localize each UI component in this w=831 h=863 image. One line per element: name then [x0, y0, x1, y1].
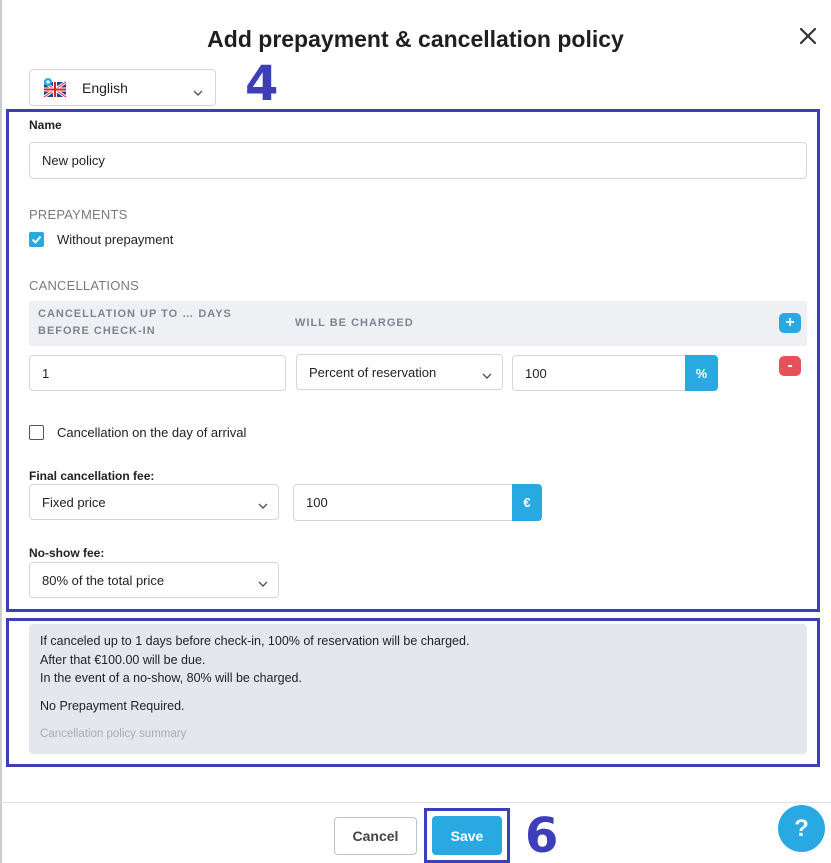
chevron-down-icon: [258, 498, 268, 513]
days-input[interactable]: 1: [29, 355, 286, 391]
col-days-header-line1: CANCELLATION UP TO … DAYS: [38, 308, 232, 320]
cancel-button[interactable]: Cancel: [334, 817, 417, 855]
annotation-number-4: 4: [245, 56, 279, 112]
policy-summary: If canceled up to 1 days before check-in…: [29, 624, 807, 754]
save-button[interactable]: Save: [432, 816, 502, 855]
minus-icon: -: [787, 357, 793, 374]
day-of-arrival-checkbox[interactable]: [29, 425, 44, 440]
final-fee-type-value: Fixed price: [42, 494, 106, 510]
charge-amount-value: 100: [525, 365, 547, 381]
noshow-fee-select[interactable]: 80% of the total price: [29, 562, 279, 598]
days-input-value: 1: [42, 365, 50, 381]
without-prepayment-checkbox[interactable]: [29, 232, 44, 247]
footer-divider: [0, 802, 831, 803]
chevron-down-icon: [193, 84, 203, 102]
cancellations-heading: CANCELLATIONS: [29, 278, 139, 293]
percent-addon: %: [685, 355, 718, 391]
euro-addon: €: [512, 484, 542, 521]
charge-type-value: Percent of reservation: [309, 364, 437, 380]
final-fee-type-select[interactable]: Fixed price: [29, 484, 279, 520]
summary-line: No Prepayment Required.: [40, 699, 185, 713]
window-edge: [0, 0, 2, 863]
help-button[interactable]: ?: [778, 805, 825, 852]
cancellation-table-header: CANCELLATION UP TO … DAYS BEFORE CHECK-I…: [29, 301, 807, 346]
col-days-header: CANCELLATION UP TO … DAYS BEFORE CHECK-I…: [38, 306, 232, 340]
summary-caption: Cancellation policy summary: [40, 728, 187, 740]
prepayments-heading: PREPAYMENTS: [29, 207, 128, 222]
language-label: English: [82, 79, 128, 96]
day-of-arrival-label: Cancellation on the day of arrival: [57, 425, 247, 440]
col-charged-header: WILL BE CHARGED: [295, 317, 414, 329]
noshow-fee-label: No-show fee:: [29, 546, 105, 560]
remove-row-button[interactable]: -: [779, 356, 801, 376]
summary-line: In the event of a no-show, 80% will be c…: [40, 671, 302, 685]
without-prepayment-label: Without prepayment: [57, 232, 174, 247]
name-input[interactable]: New policy: [29, 142, 807, 179]
checkmark-icon: [31, 235, 42, 244]
uk-flag-icon: [43, 77, 67, 98]
col-days-header-line2: BEFORE CHECK-IN: [38, 325, 156, 337]
chevron-down-icon: [258, 576, 268, 591]
summary-line: If canceled up to 1 days before check-in…: [40, 634, 470, 648]
question-mark-icon: ?: [794, 814, 809, 842]
plus-icon: +: [785, 314, 795, 331]
final-fee-amount-value: 100: [306, 495, 328, 510]
add-row-button[interactable]: +: [779, 313, 801, 333]
language-select[interactable]: English: [29, 69, 216, 106]
summary-line: After that €100.00 will be due.: [40, 653, 206, 667]
name-label: Name: [29, 118, 62, 132]
close-icon[interactable]: [797, 25, 819, 47]
chevron-down-icon: [482, 368, 492, 383]
final-fee-label: Final cancellation fee:: [29, 469, 155, 483]
dialog-title: Add prepayment & cancellation policy: [207, 26, 624, 52]
annotation-number-6: 6: [525, 808, 559, 863]
name-input-value: New policy: [42, 153, 105, 168]
charge-amount-input[interactable]: 100: [512, 355, 692, 391]
final-fee-amount-input[interactable]: 100: [293, 484, 519, 521]
charge-type-select[interactable]: Percent of reservation: [296, 354, 503, 390]
noshow-fee-value: 80% of the total price: [42, 572, 165, 588]
